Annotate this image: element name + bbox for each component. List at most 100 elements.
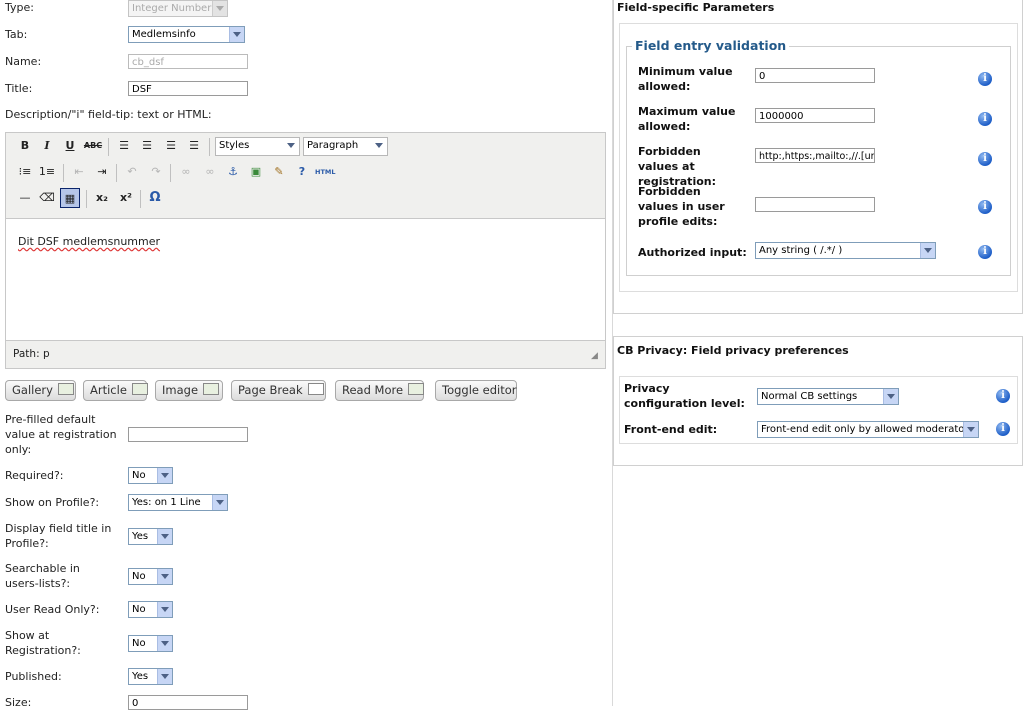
unlink-icon[interactable]: ∞ — [200, 162, 220, 182]
page-break-button-label: Page Break — [238, 383, 303, 397]
show-profile-select[interactable]: Yes: on 1 Line — [128, 494, 228, 511]
display-title-select[interactable]: Yes — [128, 528, 173, 545]
min-value-input[interactable]: 0 — [755, 68, 875, 83]
validation-legend: Field entry validation — [632, 38, 790, 53]
table-icon[interactable]: ▦ — [60, 188, 80, 208]
align-left-icon[interactable]: ☰ — [114, 136, 134, 156]
superscript-icon[interactable]: x² — [116, 188, 136, 208]
type-select[interactable]: Integer Number — [128, 0, 228, 17]
styles-select-value: Styles — [219, 140, 250, 151]
redo-icon[interactable]: ↷ — [146, 162, 166, 182]
size-input[interactable]: 0 — [128, 695, 248, 710]
toolbar-separator — [170, 164, 171, 182]
privacy-level-select[interactable]: Normal CB settings — [757, 388, 899, 405]
format-select-value: Paragraph — [307, 140, 359, 151]
info-icon[interactable]: i — [978, 200, 992, 214]
horizontal-rule-icon[interactable]: — — [15, 188, 35, 208]
toolbar-separator — [140, 190, 141, 208]
bullet-list-icon[interactable]: ⁝≡ — [15, 162, 35, 182]
editor-path: Path: p — [13, 348, 50, 360]
display-title-label: Display field title in Profile?: — [5, 522, 112, 550]
underline-icon[interactable]: U — [60, 136, 80, 156]
readonly-select[interactable]: No — [128, 601, 173, 618]
chevron-down-icon — [963, 422, 978, 437]
toolbar-separator — [116, 164, 117, 182]
chevron-down-icon — [212, 1, 227, 16]
editor-content-area[interactable]: Dit DSF medlemsnummer — [6, 218, 605, 341]
forbidden-reg-input[interactable]: http:,https:,mailto:,//.[url] — [755, 148, 875, 163]
format-select[interactable]: Paragraph — [303, 137, 388, 156]
link-icon[interactable]: ∞ — [176, 162, 196, 182]
bold-icon[interactable]: B — [15, 136, 35, 156]
anchor-icon[interactable]: ⚓ — [223, 162, 243, 182]
forbidden-edit-input[interactable] — [755, 197, 875, 212]
info-icon[interactable]: i — [978, 245, 992, 259]
show-reg-label: Show at Registration?: — [5, 629, 81, 657]
chevron-down-icon — [157, 529, 172, 544]
chevron-down-icon — [372, 138, 387, 155]
styles-select[interactable]: Styles — [215, 137, 300, 156]
authorized-input-label: Authorized input: — [638, 246, 747, 259]
tab-select[interactable]: Medlemsinfo — [128, 26, 245, 43]
chevron-down-icon — [157, 636, 172, 651]
searchable-select[interactable]: No — [128, 568, 173, 585]
authorized-input-select-value: Any string ( /.*/ ) — [759, 245, 843, 256]
strikethrough-icon[interactable]: ABC — [83, 136, 103, 156]
show-reg-select[interactable]: No — [128, 635, 173, 652]
info-icon[interactable]: i — [978, 112, 992, 126]
insert-image-icon[interactable]: ▣ — [246, 162, 266, 182]
eraser-icon[interactable]: ⌫ — [37, 188, 57, 208]
page-break-button[interactable]: Page Break — [231, 380, 326, 401]
max-value-input[interactable]: 1000000 — [755, 108, 875, 123]
read-more-icon — [408, 383, 425, 395]
frontend-edit-label: Front-end edit: — [624, 423, 718, 436]
toolbar-separator — [209, 138, 210, 156]
gallery-button[interactable]: Gallery — [5, 380, 76, 401]
authorized-input-select[interactable]: Any string ( /.*/ ) — [755, 242, 936, 259]
toggle-editor-button[interactable]: Toggle editor — [435, 380, 517, 401]
info-icon[interactable]: i — [996, 389, 1010, 403]
outdent-icon[interactable]: ⇤ — [69, 162, 89, 182]
frontend-edit-select[interactable]: Front-end edit only by allowed moderator… — [757, 421, 979, 438]
undo-icon[interactable]: ↶ — [122, 162, 142, 182]
show-reg-select-value: No — [132, 638, 146, 649]
image-button[interactable]: Image — [155, 380, 223, 401]
read-more-button[interactable]: Read More — [335, 380, 425, 401]
align-right-icon[interactable]: ☰ — [161, 136, 181, 156]
resize-handle-icon[interactable]: ◢ — [591, 351, 601, 361]
subscript-icon[interactable]: x₂ — [92, 188, 112, 208]
help-icon[interactable]: ? — [292, 162, 312, 182]
info-icon[interactable]: i — [978, 152, 992, 166]
required-select-value: No — [132, 470, 146, 481]
searchable-label: Searchable in users-lists?: — [5, 562, 80, 590]
html-source-icon[interactable]: HTML — [315, 162, 335, 182]
name-input[interactable]: cb_dsf — [128, 54, 248, 69]
cleanup-icon[interactable]: ✎ — [269, 162, 289, 182]
rich-text-editor: B I U ABC ☰ ☰ ☰ ☰ Styles Paragraph ⁝≡ 1≡… — [5, 132, 606, 369]
published-select-value: Yes — [132, 671, 149, 682]
special-char-icon[interactable]: Ω — [145, 188, 165, 208]
title-input[interactable]: DSF — [128, 81, 248, 96]
article-button[interactable]: Article — [83, 380, 148, 401]
field-params-title: Field-specific Parameters — [617, 1, 775, 14]
chevron-down-icon — [157, 569, 172, 584]
required-select[interactable]: No — [128, 467, 173, 484]
chevron-down-icon — [212, 495, 227, 510]
prefilled-input[interactable] — [128, 427, 248, 442]
align-center-icon[interactable]: ☰ — [137, 136, 157, 156]
published-select[interactable]: Yes — [128, 668, 173, 685]
align-justify-icon[interactable]: ☰ — [184, 136, 204, 156]
info-icon[interactable]: i — [996, 422, 1010, 436]
info-icon[interactable]: i — [978, 72, 992, 86]
tab-select-value: Medlemsinfo — [132, 29, 196, 40]
page-break-icon — [307, 383, 324, 395]
forbidden-edit-label: Forbidden values in user profile edits: — [638, 185, 725, 228]
privacy-level-label: Privacy configuration level: — [624, 382, 745, 410]
italic-icon[interactable]: I — [37, 136, 57, 156]
numbered-list-icon[interactable]: 1≡ — [37, 162, 57, 182]
description-label: Description/"i" field-tip: text or HTML: — [5, 108, 212, 121]
editor-content-text: Dit DSF medlemsnummer — [18, 235, 160, 248]
indent-icon[interactable]: ⇥ — [92, 162, 112, 182]
type-label: Type: — [5, 1, 34, 14]
toolbar-separator — [86, 190, 87, 208]
